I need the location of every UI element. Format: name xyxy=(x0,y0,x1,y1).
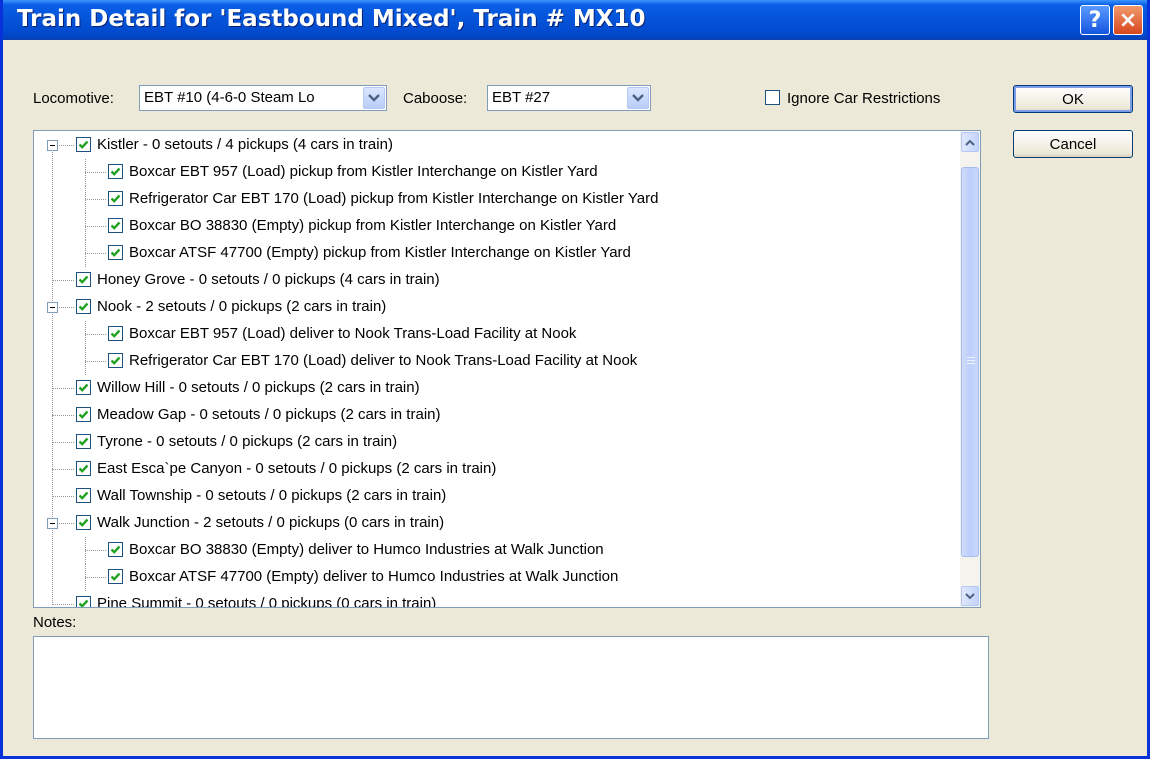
check-icon xyxy=(110,356,121,365)
tree-checkbox[interactable] xyxy=(76,488,91,503)
notes-textarea[interactable] xyxy=(33,636,989,739)
tree-stop-node[interactable]: Wall Township - 0 setouts / 0 pickups (2… xyxy=(34,483,960,510)
locomotive-label: Locomotive: xyxy=(33,90,114,107)
tree-checkbox[interactable] xyxy=(76,380,91,395)
chevron-down-icon[interactable] xyxy=(363,87,385,109)
tree-node-label[interactable]: Boxcar EBT 957 (Load) pickup from Kistle… xyxy=(129,163,598,180)
tree-car-node[interactable]: Refrigerator Car EBT 170 (Load) pickup f… xyxy=(34,186,960,213)
tree-node-label[interactable]: Walk Junction - 2 setouts / 0 pickups (0… xyxy=(97,514,444,531)
tree-stop-node[interactable]: Tyrone - 0 setouts / 0 pickups (2 cars i… xyxy=(34,429,960,456)
dialog-window: Train Detail for 'Eastbound Mixed', Trai… xyxy=(0,0,1150,759)
check-icon xyxy=(110,167,121,176)
scroll-thumb[interactable] xyxy=(961,167,979,557)
tree-car-node[interactable]: Boxcar ATSF 47700 (Empty) deliver to Hum… xyxy=(34,564,960,591)
tree-stop-node[interactable]: Willow Hill - 0 setouts / 0 pickups (2 c… xyxy=(34,375,960,402)
vertical-scrollbar[interactable] xyxy=(960,131,980,607)
tree-node-label[interactable]: Willow Hill - 0 setouts / 0 pickups (2 c… xyxy=(97,379,420,396)
tree-node-label[interactable]: Refrigerator Car EBT 170 (Load) deliver … xyxy=(129,352,637,369)
tree-stop-node[interactable]: Walk Junction - 2 setouts / 0 pickups (0… xyxy=(34,510,960,537)
check-icon xyxy=(78,599,89,607)
check-icon xyxy=(78,464,89,473)
check-icon xyxy=(110,248,121,257)
cancel-button[interactable]: Cancel xyxy=(1013,130,1133,158)
tree-car-node[interactable]: Boxcar BO 38830 (Empty) deliver to Humco… xyxy=(34,537,960,564)
locomotive-value: EBT #10 (4-6-0 Steam Lo xyxy=(144,89,315,106)
tree-node-label[interactable]: Tyrone - 0 setouts / 0 pickups (2 cars i… xyxy=(97,433,397,450)
tree-checkbox[interactable] xyxy=(76,596,91,607)
check-icon xyxy=(78,302,89,311)
tree-car-node[interactable]: Boxcar BO 38830 (Empty) pickup from Kist… xyxy=(34,213,960,240)
caboose-label: Caboose: xyxy=(403,90,468,107)
tree-node-label[interactable]: Wall Township - 0 setouts / 0 pickups (2… xyxy=(97,487,446,504)
tree-node-label[interactable]: Boxcar EBT 957 (Load) deliver to Nook Tr… xyxy=(129,325,576,342)
check-icon xyxy=(78,275,89,284)
locomotive-select[interactable]: EBT #10 (4-6-0 Steam Lo xyxy=(139,85,387,111)
check-icon xyxy=(78,383,89,392)
tree-checkbox[interactable] xyxy=(108,191,123,206)
ignore-restrictions-label[interactable]: Ignore Car Restrictions xyxy=(787,90,940,107)
tree-checkbox[interactable] xyxy=(108,353,123,368)
close-button[interactable]: × xyxy=(1113,5,1143,35)
tree-car-node[interactable]: Refrigerator Car EBT 170 (Load) deliver … xyxy=(34,348,960,375)
help-button[interactable]: ? xyxy=(1080,5,1110,35)
tree-checkbox[interactable] xyxy=(76,407,91,422)
check-icon xyxy=(78,410,89,419)
check-icon xyxy=(110,194,121,203)
tree-stop-node[interactable]: Nook - 2 setouts / 0 pickups (2 cars in … xyxy=(34,294,960,321)
ignore-restrictions-checkbox[interactable] xyxy=(765,90,780,105)
check-icon xyxy=(110,329,121,338)
chevron-down-icon[interactable] xyxy=(627,87,649,109)
tree-car-node[interactable]: Boxcar EBT 957 (Load) pickup from Kistle… xyxy=(34,159,960,186)
check-icon xyxy=(78,140,89,149)
tree-stop-node[interactable]: Meadow Gap - 0 setouts / 0 pickups (2 ca… xyxy=(34,402,960,429)
tree-stop-node[interactable]: East Esca`pe Canyon - 0 setouts / 0 pick… xyxy=(34,456,960,483)
check-icon xyxy=(78,437,89,446)
tree-checkbox[interactable] xyxy=(76,515,91,530)
tree-checkbox[interactable] xyxy=(76,272,91,287)
collapse-icon[interactable] xyxy=(47,302,58,313)
tree-node-label[interactable]: Boxcar ATSF 47700 (Empty) deliver to Hum… xyxy=(129,568,618,585)
tree-checkbox[interactable] xyxy=(76,461,91,476)
tree-checkbox[interactable] xyxy=(108,164,123,179)
tree-checkbox[interactable] xyxy=(76,434,91,449)
tree-car-node[interactable]: Boxcar ATSF 47700 (Empty) pickup from Ki… xyxy=(34,240,960,267)
caboose-value: EBT #27 xyxy=(492,89,551,106)
tree-node-label[interactable]: Kistler - 0 setouts / 4 pickups (4 cars … xyxy=(97,136,393,153)
ok-button[interactable]: OK xyxy=(1013,85,1133,113)
tree-checkbox[interactable] xyxy=(108,326,123,341)
tree-node-label[interactable]: Honey Grove - 0 setouts / 0 pickups (4 c… xyxy=(97,271,440,288)
tree-stop-node[interactable]: Kistler - 0 setouts / 4 pickups (4 cars … xyxy=(34,132,960,159)
tree-checkbox[interactable] xyxy=(108,218,123,233)
title-bar[interactable]: Train Detail for 'Eastbound Mixed', Trai… xyxy=(3,0,1147,40)
tree-node-label[interactable]: Nook - 2 setouts / 0 pickups (2 cars in … xyxy=(97,298,386,315)
tree-node-label[interactable]: Boxcar BO 38830 (Empty) pickup from Kist… xyxy=(129,217,616,234)
check-icon xyxy=(110,545,121,554)
tree-node-label[interactable]: Pine Summit - 0 setouts / 0 pickups (0 c… xyxy=(97,595,436,607)
collapse-icon[interactable] xyxy=(47,140,58,151)
tree-checkbox[interactable] xyxy=(108,245,123,260)
tree-checkbox[interactable] xyxy=(76,299,91,314)
window-title: Train Detail for 'Eastbound Mixed', Trai… xyxy=(17,6,646,32)
caboose-select[interactable]: EBT #27 xyxy=(487,85,651,111)
tree-checkbox[interactable] xyxy=(108,569,123,584)
tree-checkbox[interactable] xyxy=(108,542,123,557)
tree-checkbox[interactable] xyxy=(76,137,91,152)
check-icon xyxy=(110,572,121,581)
collapse-icon[interactable] xyxy=(47,518,58,529)
scroll-down-button[interactable] xyxy=(961,586,979,606)
stop-tree-view[interactable]: Kistler - 0 setouts / 4 pickups (4 cars … xyxy=(33,130,981,608)
scroll-up-button[interactable] xyxy=(961,132,979,152)
tree-node-label[interactable]: Boxcar ATSF 47700 (Empty) pickup from Ki… xyxy=(129,244,631,261)
tree-node-label[interactable]: Refrigerator Car EBT 170 (Load) pickup f… xyxy=(129,190,658,207)
tree-stop-node[interactable]: Honey Grove - 0 setouts / 0 pickups (4 c… xyxy=(34,267,960,294)
tree-node-label[interactable]: East Esca`pe Canyon - 0 setouts / 0 pick… xyxy=(97,460,496,477)
check-icon xyxy=(110,221,121,230)
check-icon xyxy=(78,518,89,527)
tree-car-node[interactable]: Boxcar EBT 957 (Load) deliver to Nook Tr… xyxy=(34,321,960,348)
notes-label: Notes: xyxy=(33,614,77,631)
tree-node-label[interactable]: Meadow Gap - 0 setouts / 0 pickups (2 ca… xyxy=(97,406,440,423)
tree-stop-node[interactable]: Pine Summit - 0 setouts / 0 pickups (0 c… xyxy=(34,591,960,607)
check-icon xyxy=(78,491,89,500)
tree-node-label[interactable]: Boxcar BO 38830 (Empty) deliver to Humco… xyxy=(129,541,604,558)
